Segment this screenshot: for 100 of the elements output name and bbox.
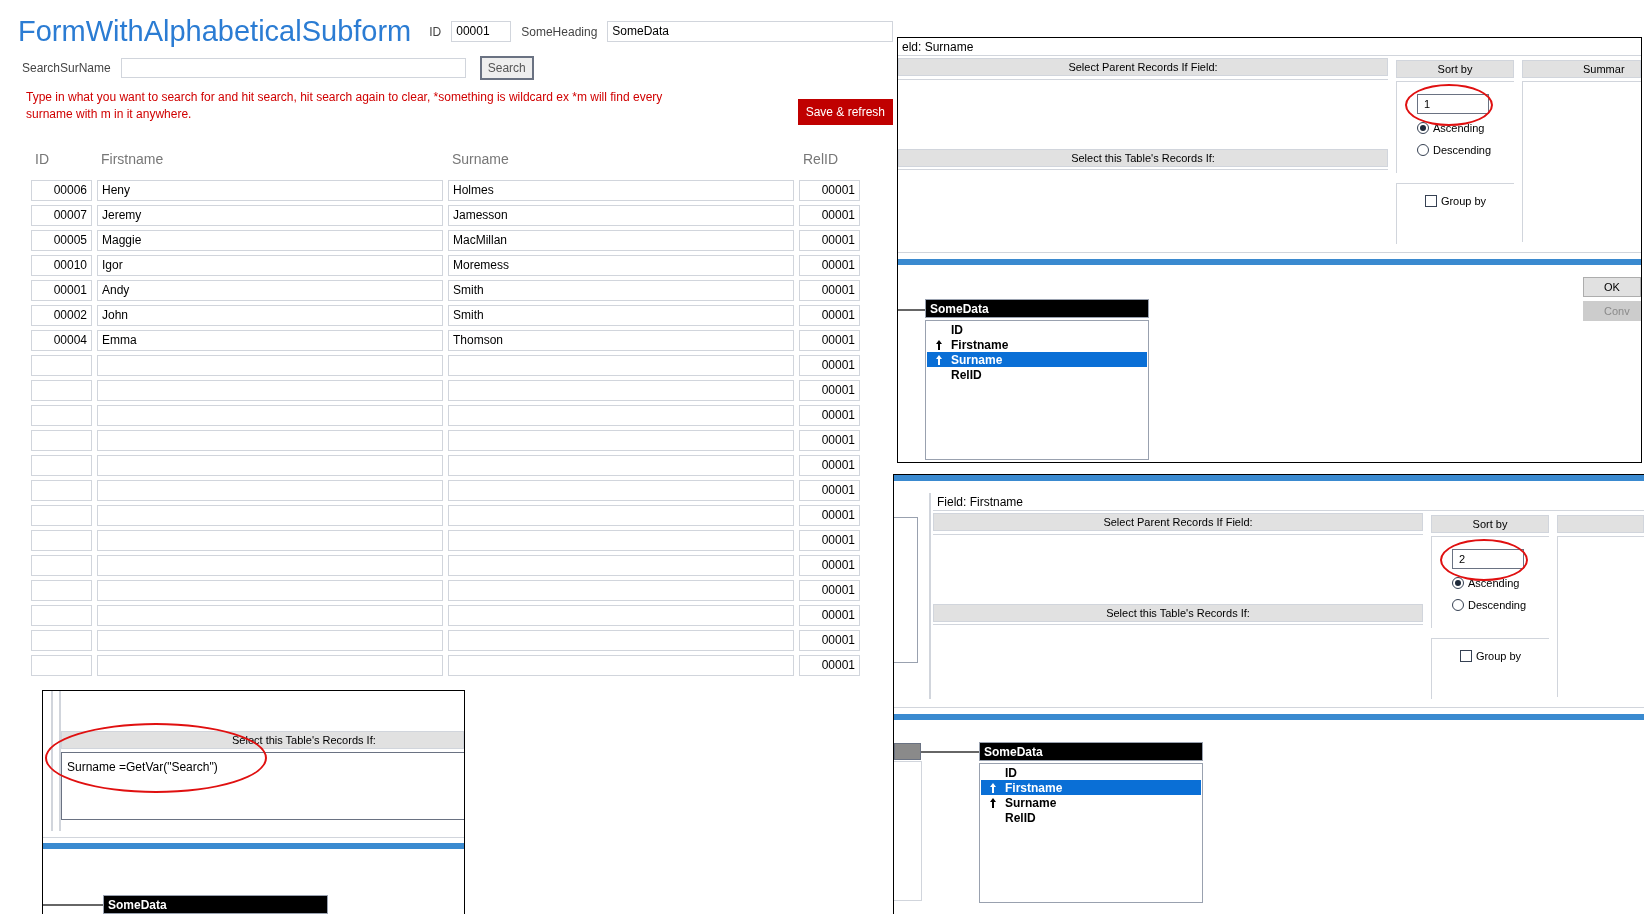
table-cell: 00001 [799, 180, 860, 201]
field-item[interactable]: ID [981, 765, 1201, 780]
table-cell: 00001 [799, 455, 860, 476]
heading-field[interactable]: SomeData [607, 21, 893, 43]
up-arrow-icon [936, 339, 942, 350]
table-cell [31, 355, 92, 376]
field-item[interactable]: Firstname [981, 780, 1201, 795]
table-cell [31, 505, 92, 526]
field-label: SomeHeading [521, 23, 598, 41]
hint-text: Type in what you want to search for and hit search, hit search again to clear, *something is wildcard ex *m will find every surname with m in it anywhere. [26, 89, 664, 124]
table-cell [31, 530, 92, 551]
table-cell: John [97, 305, 443, 326]
section-header: Select this Table's Records If: [898, 149, 1388, 167]
table-cell [31, 430, 92, 451]
table-cell: Moremess [448, 255, 794, 276]
table-cell: 00010 [31, 255, 92, 276]
table-cell: Andy [97, 280, 443, 301]
table-cell: 00002 [31, 305, 92, 326]
up-arrow-icon [936, 354, 942, 365]
table-cell: 00001 [799, 530, 860, 551]
table-cell: 00001 [799, 480, 860, 501]
table-cell: 00004 [31, 330, 92, 351]
table-cell: 00007 [31, 205, 92, 226]
table-cell: 00001 [799, 205, 860, 226]
radio-option[interactable]: Ascending [1417, 120, 1494, 136]
field-item[interactable]: RelID [981, 810, 1201, 825]
column-header: Surname [451, 149, 510, 169]
group-by-checkbox[interactable]: Group by [1459, 649, 1522, 663]
table-cell [31, 455, 92, 476]
column-header: RelID [802, 149, 839, 169]
form-title: FormWithAlphabeticalSubform [18, 17, 412, 47]
sort-order-field[interactable]: 1 [1417, 94, 1489, 114]
table-cell: Emma [97, 330, 443, 351]
table-cell: 00001 [799, 630, 860, 651]
table-cell: Smith [448, 280, 794, 301]
radio-option[interactable]: Ascending [1452, 575, 1529, 591]
field-item[interactable]: Firstname [927, 337, 1147, 352]
table-cell: Thomson [448, 330, 794, 351]
section-header: Select Parent Records If Field: [933, 513, 1423, 531]
field-label: eld: Surname [898, 38, 1641, 56]
radio-option[interactable]: Descending [1417, 142, 1494, 158]
table-cell: Heny [97, 180, 443, 201]
table-cell: 00006 [31, 180, 92, 201]
table-cell: 00001 [799, 330, 860, 351]
column-header: ID [34, 149, 50, 169]
group-by-checkbox[interactable]: Group by [1424, 194, 1487, 208]
section-header: Sort by [1396, 60, 1514, 78]
search-button[interactable]: Search [479, 56, 534, 81]
table-cell: 00001 [799, 555, 860, 576]
criteria-field[interactable]: Surname =GetVar("Search") [61, 752, 464, 820]
table-cell [31, 380, 92, 401]
table-cell: 00001 [799, 605, 860, 626]
dialog-button[interactable]: OK [1583, 277, 1641, 297]
table-cell: 00001 [799, 505, 860, 526]
table-cell [31, 405, 92, 426]
table-cell: 00001 [799, 230, 860, 251]
field-item[interactable]: ID [927, 322, 1147, 337]
field-label: ID [429, 23, 442, 41]
table-cell [31, 655, 92, 676]
table-cell: 00001 [799, 280, 860, 301]
table-cell: 00001 [31, 280, 92, 301]
table-cell [31, 605, 92, 626]
up-arrow-icon [990, 797, 996, 808]
section-header: Select this Table's Records If: [933, 604, 1423, 622]
field-item[interactable]: RelID [927, 367, 1147, 382]
table-cell: 00001 [799, 430, 860, 451]
table-title: SomeData [979, 742, 1203, 761]
radio-option[interactable]: Descending [1452, 597, 1529, 613]
table-cell [31, 480, 92, 501]
table-cell: Holmes [448, 180, 794, 201]
search-field[interactable] [120, 58, 466, 79]
table-cell: 00001 [799, 405, 860, 426]
field-label: SearchSurName [22, 60, 111, 78]
table-block [894, 743, 921, 760]
sort-order-field[interactable]: 2 [1452, 549, 1524, 569]
save-refresh-button[interactable]: Save & refresh [797, 99, 893, 126]
table-cell: 00005 [31, 230, 92, 251]
table-title: SomeData [103, 895, 328, 914]
field-item[interactable]: Surname [927, 352, 1147, 367]
section-header: Sort by [1431, 515, 1549, 533]
table-cell [31, 555, 92, 576]
table-cell: Igor [97, 255, 443, 276]
table-title: SomeData [925, 299, 1149, 318]
table-cell: 00001 [799, 655, 860, 676]
table-cell: 00001 [799, 355, 860, 376]
table-cell: Maggie [97, 230, 443, 251]
id-field[interactable]: 00001 [451, 21, 512, 43]
table-cell: 00001 [799, 580, 860, 601]
table-cell: 00001 [799, 305, 860, 326]
field-item[interactable]: Surname [981, 795, 1201, 810]
column-header: Firstname [100, 149, 165, 169]
table-cell: Jeremy [97, 205, 443, 226]
table-cell: Smith [448, 305, 794, 326]
table-cell: Jamesson [448, 205, 794, 226]
table-cell: 00001 [799, 380, 860, 401]
field-label: Field: Firstname [933, 493, 1644, 511]
up-arrow-icon [990, 782, 996, 793]
section-header: Select Parent Records If Field: [898, 58, 1388, 76]
table-cell: MacMillan [448, 230, 794, 251]
table-cell [31, 580, 92, 601]
